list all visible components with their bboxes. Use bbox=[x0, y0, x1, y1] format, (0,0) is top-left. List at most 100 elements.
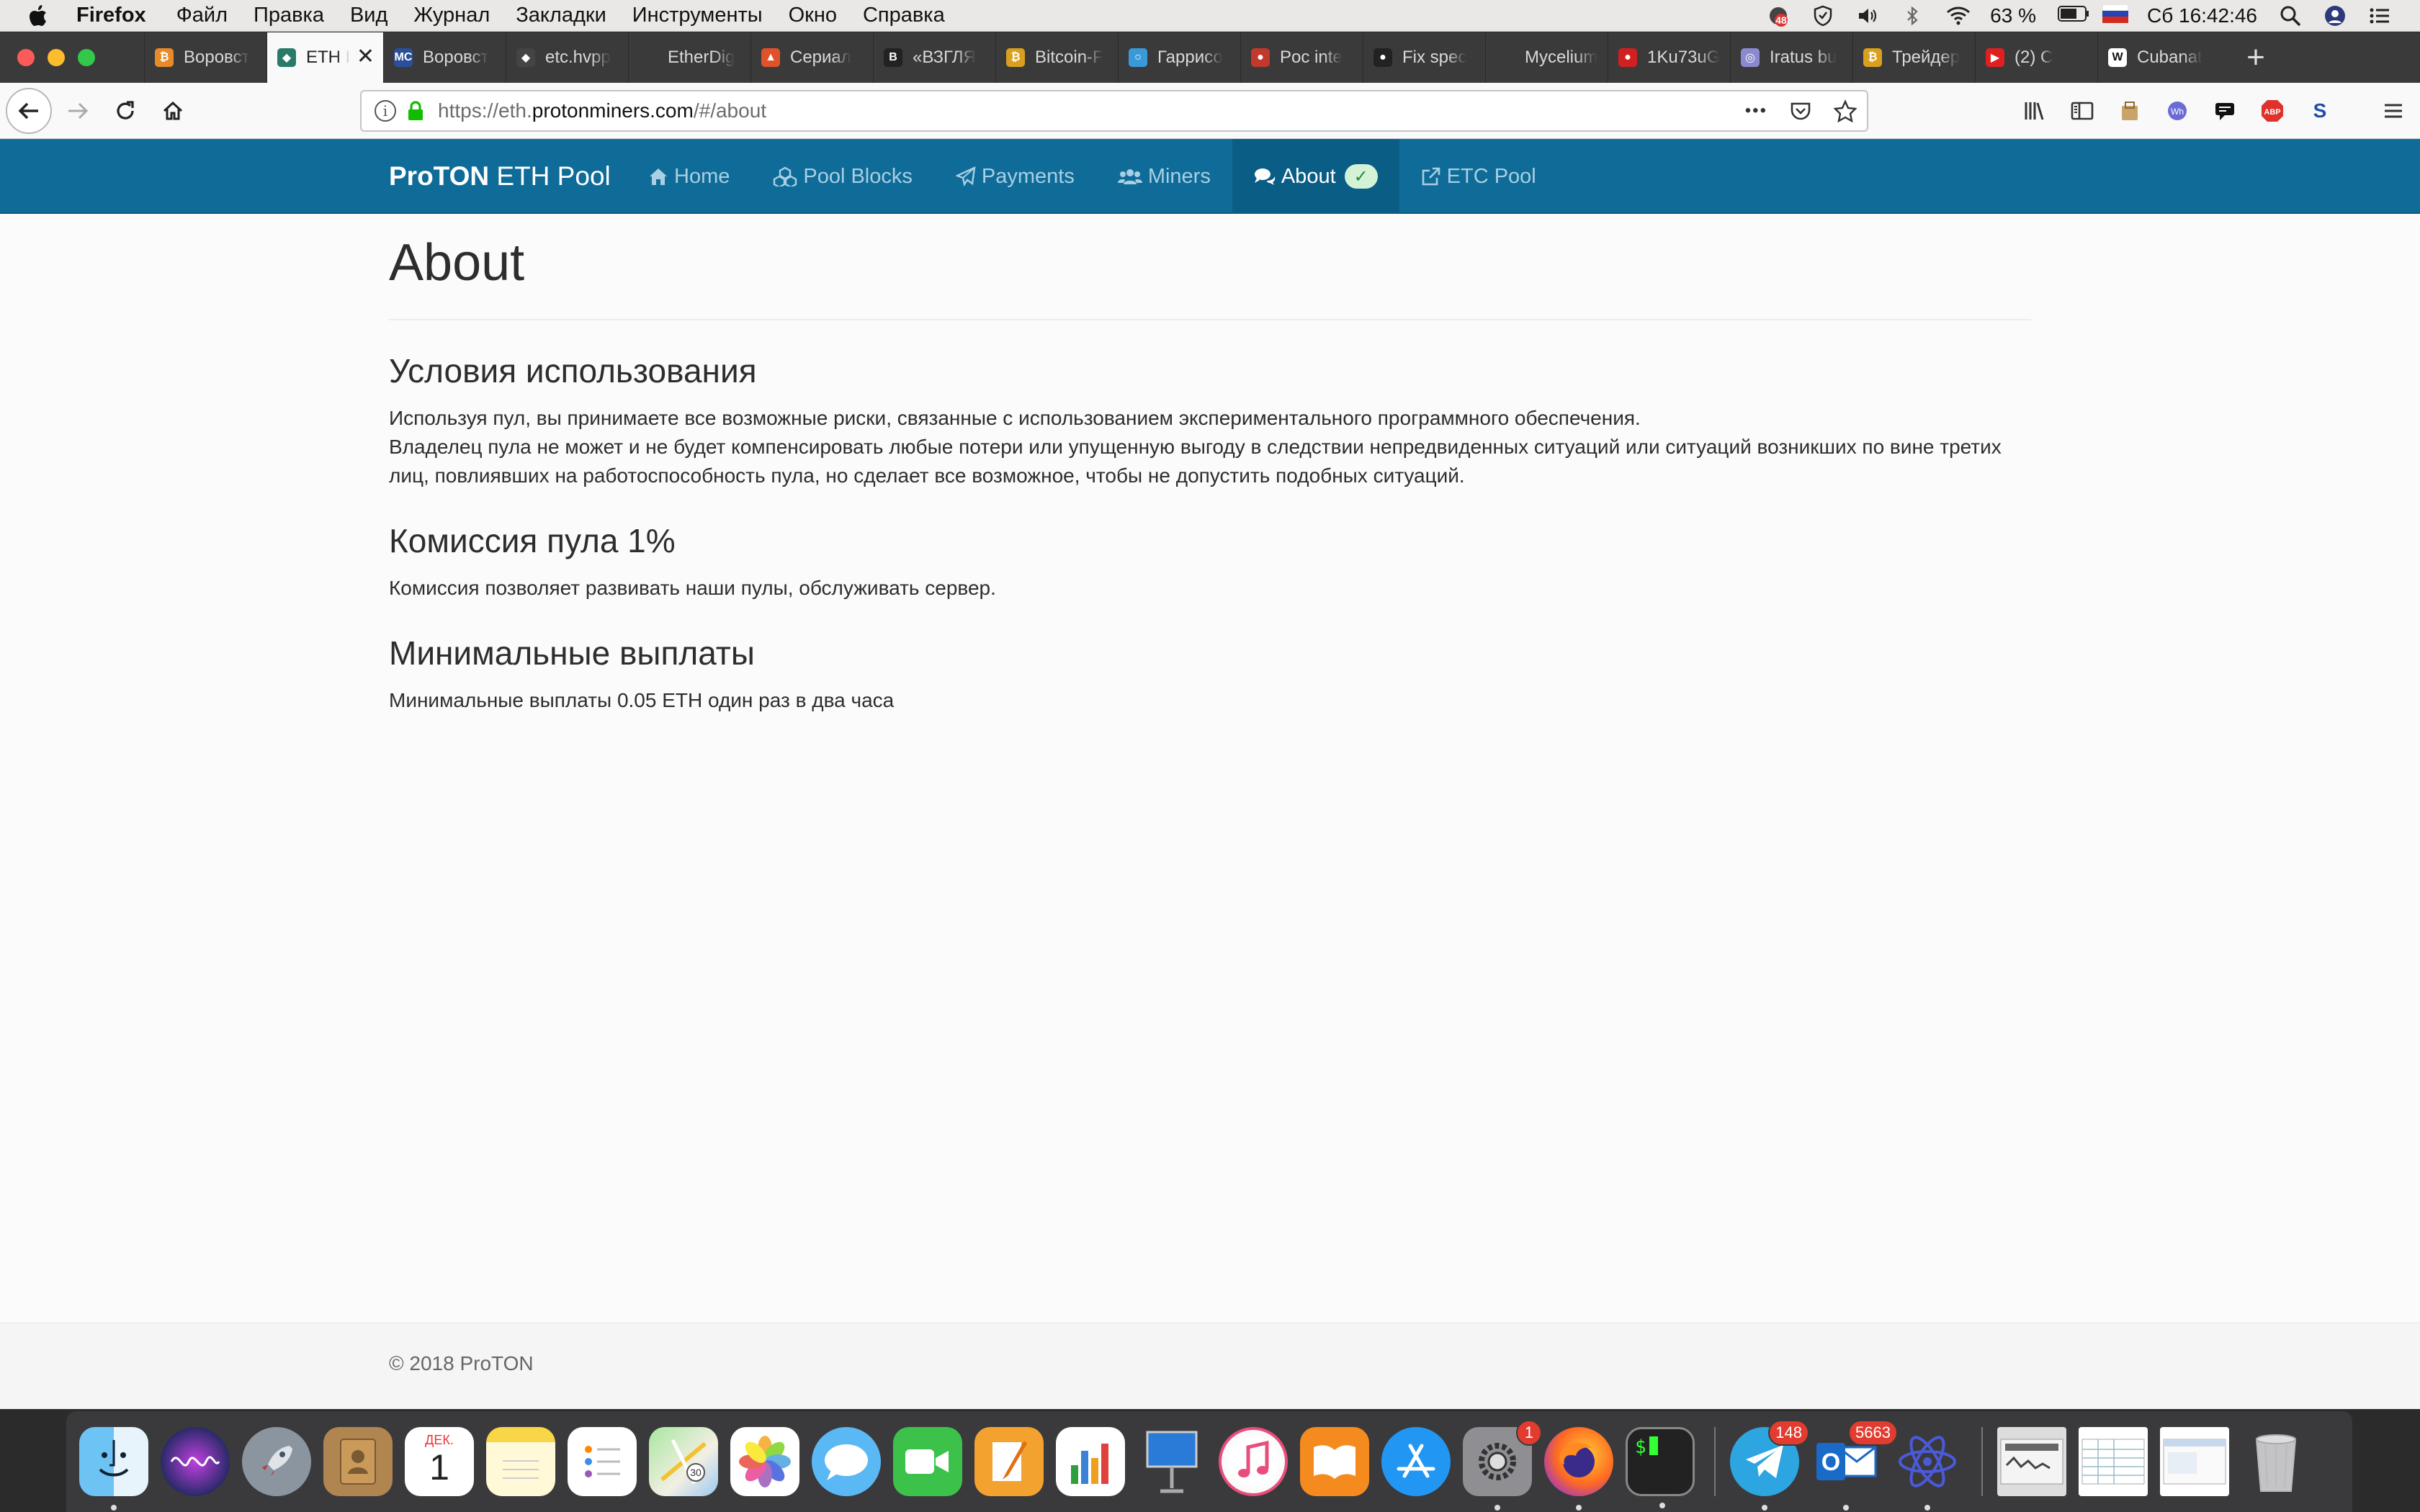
dock-pages[interactable] bbox=[974, 1427, 1044, 1496]
tab-active[interactable]: ◆ ETH I ✕ bbox=[266, 32, 383, 83]
dock-facetime[interactable] bbox=[893, 1427, 962, 1496]
window-close-button[interactable] bbox=[17, 49, 35, 66]
pocket-icon[interactable] bbox=[1789, 99, 1812, 122]
dock-file-thumbnail-2[interactable] bbox=[2079, 1427, 2148, 1496]
dock-photos[interactable] bbox=[730, 1427, 799, 1496]
nav-payments[interactable]: Payments bbox=[934, 139, 1096, 214]
dock-contacts[interactable] bbox=[323, 1427, 393, 1496]
menu-window[interactable]: Окно bbox=[789, 4, 837, 27]
nav-about[interactable]: About ✓ bbox=[1232, 139, 1399, 214]
tab[interactable]: ₿ Bitcoin-F bbox=[995, 32, 1118, 83]
tab[interactable]: Mycelium Bl bbox=[1485, 32, 1608, 83]
tab[interactable]: ₿ Трейдер bbox=[1852, 32, 1975, 83]
notification-center-icon[interactable] bbox=[2368, 4, 2391, 27]
russian-flag-icon[interactable] bbox=[2102, 4, 2129, 27]
tab[interactable]: ◎ Iratus bu bbox=[1730, 32, 1852, 83]
reload-button[interactable] bbox=[104, 89, 147, 132]
address-bar[interactable]: i https://eth.protonminers.com/#/about •… bbox=[360, 90, 1868, 132]
tab[interactable]: ▶ (2) C bbox=[1975, 32, 2097, 83]
nav-etc-pool[interactable]: ETC Pool bbox=[1399, 139, 1558, 214]
new-tab-button[interactable]: + bbox=[2220, 32, 2292, 83]
dock-launchpad[interactable] bbox=[242, 1427, 311, 1496]
tab[interactable]: ▲ Сериал bbox=[750, 32, 873, 83]
tab[interactable]: B «ВЗГЛЯ bbox=[873, 32, 995, 83]
menu-file[interactable]: Файл bbox=[176, 4, 228, 27]
menubar-clock[interactable]: Сб 16:42:46 bbox=[2147, 4, 2257, 27]
site-brand[interactable]: ProTON ETH Pool bbox=[389, 139, 611, 214]
browser-tab-strip: ₿ Воровст ◆ ETH I ✕ MC Воровст ◆ etc.hvpp EtherDi… bbox=[0, 32, 2420, 83]
extension-s-icon[interactable]: S bbox=[2308, 99, 2332, 123]
dock-atom[interactable] bbox=[1893, 1427, 1962, 1511]
sidebar-icon[interactable] bbox=[2070, 99, 2094, 123]
tab-title: Воровст bbox=[184, 48, 250, 67]
tab[interactable]: ● Fix spec bbox=[1363, 32, 1485, 83]
bluetooth-icon[interactable] bbox=[1901, 4, 1924, 27]
dock-terminal[interactable]: $ bbox=[1626, 1427, 1695, 1508]
tab[interactable]: W Cubanat bbox=[2097, 32, 2220, 83]
wifi-icon[interactable] bbox=[1945, 4, 1971, 27]
dock-maps[interactable]: 30 bbox=[649, 1427, 718, 1496]
menu-app-firefox[interactable]: Firefox bbox=[76, 4, 146, 27]
hamburger-menu-icon[interactable] bbox=[2381, 99, 2406, 123]
dock-outlook[interactable]: O 5663 bbox=[1811, 1420, 1898, 1511]
tab[interactable]: ◆ etc.hvpp bbox=[506, 32, 628, 83]
shield-icon[interactable] bbox=[1811, 4, 1834, 27]
bookmark-star-icon[interactable] bbox=[1834, 99, 1857, 122]
window-minimize-button[interactable] bbox=[48, 49, 65, 66]
extension-globe-icon[interactable]: Wh bbox=[2165, 99, 2190, 123]
menu-view[interactable]: Вид bbox=[350, 4, 387, 27]
user-avatar-icon[interactable] bbox=[2323, 4, 2347, 27]
dock-numbers[interactable] bbox=[1056, 1427, 1125, 1496]
back-button[interactable] bbox=[6, 87, 52, 134]
home-button[interactable] bbox=[151, 89, 194, 132]
dock-file-thumbnail-3[interactable] bbox=[2160, 1427, 2229, 1496]
tab-list: ₿ Воровст ◆ ETH I ✕ MC Воровст ◆ etc.hvpp EtherDi… bbox=[144, 32, 2220, 83]
dock-siri[interactable] bbox=[161, 1427, 230, 1496]
apple-menu-icon[interactable] bbox=[29, 4, 48, 27]
nav-miners[interactable]: Miners bbox=[1096, 139, 1232, 214]
nav-pool-blocks[interactable]: Pool Blocks bbox=[751, 139, 934, 214]
tab-close-icon[interactable]: ✕ bbox=[357, 46, 375, 68]
dock-keynote[interactable] bbox=[1137, 1427, 1206, 1496]
menu-history[interactable]: Журнал bbox=[413, 4, 490, 27]
menu-bookmarks[interactable]: Закладки bbox=[516, 4, 606, 27]
dock-app-store[interactable] bbox=[1381, 1427, 1451, 1496]
tab[interactable]: ○ Гаррисо bbox=[1118, 32, 1240, 83]
tab[interactable]: ● 1Ku73uG bbox=[1608, 32, 1730, 83]
nav-home[interactable]: Home bbox=[627, 139, 751, 214]
tab[interactable]: MC Воровст bbox=[383, 32, 506, 83]
dock-ibooks[interactable] bbox=[1300, 1427, 1369, 1496]
address-url: https://eth.protonminers.com/#/about bbox=[438, 99, 766, 122]
forward-button[interactable] bbox=[56, 89, 99, 132]
window-zoom-button[interactable] bbox=[78, 49, 95, 66]
dock-messages[interactable] bbox=[812, 1427, 881, 1496]
library-icon[interactable] bbox=[2022, 99, 2047, 123]
tab[interactable]: EtherDig bbox=[628, 32, 750, 83]
status-app-icon[interactable]: 48 bbox=[1767, 4, 1790, 27]
menu-tools[interactable]: Инструменты bbox=[632, 4, 763, 27]
dock-trash[interactable] bbox=[2241, 1427, 2311, 1496]
dock-notes[interactable] bbox=[486, 1427, 555, 1496]
volume-icon[interactable] bbox=[1856, 4, 1879, 27]
menu-edit[interactable]: Правка bbox=[254, 4, 324, 27]
dock-file-thumbnail-1[interactable] bbox=[1997, 1427, 2066, 1496]
adblock-plus-icon[interactable]: ABP bbox=[2260, 99, 2285, 123]
dock-calendar[interactable]: ДЕК. 1 bbox=[405, 1427, 474, 1496]
extension-bag-icon[interactable] bbox=[2118, 99, 2142, 123]
dock-itunes[interactable] bbox=[1219, 1427, 1288, 1496]
extension-chat-icon[interactable] bbox=[2213, 99, 2237, 123]
tab-favicon-icon: ▲ bbox=[761, 48, 780, 67]
dock-reminders[interactable] bbox=[568, 1427, 637, 1496]
dock-firefox[interactable] bbox=[1544, 1427, 1613, 1511]
dock-system-preferences[interactable]: 1 bbox=[1463, 1420, 1542, 1511]
tab[interactable]: ● Poc inte bbox=[1240, 32, 1363, 83]
page-actions-menu-button[interactable]: ••• bbox=[1745, 101, 1767, 121]
menu-help[interactable]: Справка bbox=[863, 4, 945, 27]
lock-icon[interactable] bbox=[406, 101, 425, 121]
site-info-icon[interactable]: i bbox=[375, 100, 396, 122]
battery-icon[interactable] bbox=[2057, 4, 2089, 27]
spotlight-search-icon[interactable] bbox=[2279, 4, 2302, 27]
dock-telegram[interactable]: 148 bbox=[1730, 1420, 1809, 1511]
dock-finder[interactable] bbox=[79, 1427, 148, 1511]
tab[interactable]: ₿ Воровст bbox=[144, 32, 266, 83]
